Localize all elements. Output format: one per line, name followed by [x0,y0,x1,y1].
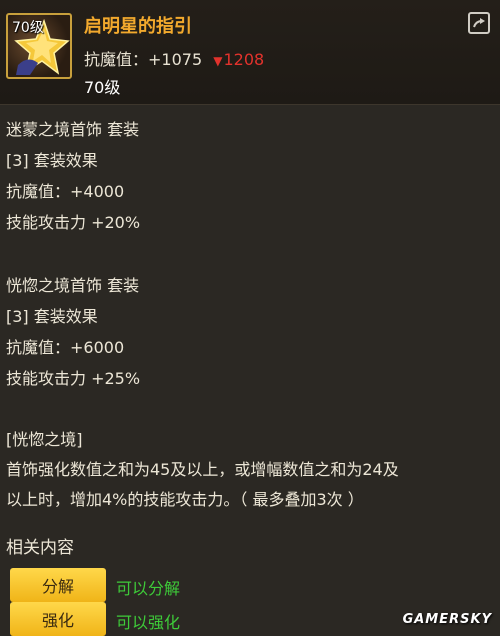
set-block-1: 迷蒙之境首饰 套装 [3] 套装效果 抗魔值：+4000 技能攻击力 +20% [6,114,140,238]
description-header: [恍惚之境] [6,430,83,449]
set-stat: 技能攻击力 +25% [6,369,141,388]
set-stat: 抗魔值：+4000 [6,182,125,201]
level-badge: 70级 [12,20,44,36]
item-name: 启明星的指引 [84,16,192,37]
enhance-hint: 可以强化 [116,613,181,632]
set-block-2: 恍惚之境首饰 套装 [3] 套装效果 抗魔值：+6000 技能攻击力 +25% [6,270,140,394]
item-level: 70级 [84,78,121,97]
description-line: 首饰强化数值之和为45及以上，或增幅数值之和为24及 [6,460,399,479]
watermark: GAMERSKY [402,612,492,627]
down-arrow-icon: ▼ [213,54,223,68]
stat-decrease-value: 1208 [223,50,265,69]
related-content-title: 相关内容 [6,538,74,558]
item-header: 70级 启明星的指引 抗魔值：+1075 ▼1208 70级 [0,0,500,105]
disassemble-hint: 可以分解 [116,579,181,598]
set-effect: [3] 套装效果 [6,151,98,170]
description-line: 以上时，增加4%的技能攻击力。（ 最多叠加3次 ） [6,490,364,509]
set-effect: [3] 套装效果 [6,307,98,326]
set-stat: 技能攻击力 +20% [6,213,141,232]
item-icon-frame[interactable]: 70级 [6,13,72,79]
stat-decrease: ▼1208 [213,50,264,69]
share-icon[interactable] [468,12,490,34]
set-description: [恍惚之境] 首饰强化数值之和为45及以上，或增幅数值之和为24及 以上时，增加… [6,425,492,515]
set-title: 迷蒙之境首饰 套装 [6,120,140,139]
magic-resistance-stat: 抗魔值：+1075 ▼1208 [84,46,264,70]
share-arrow-icon [473,18,485,28]
disassemble-button[interactable]: 分解 [10,568,106,602]
set-stat: 抗魔值：+6000 [6,338,125,357]
set-title: 恍惚之境首饰 套装 [6,276,140,295]
stat-label: 抗魔值：+1075 [84,50,203,69]
